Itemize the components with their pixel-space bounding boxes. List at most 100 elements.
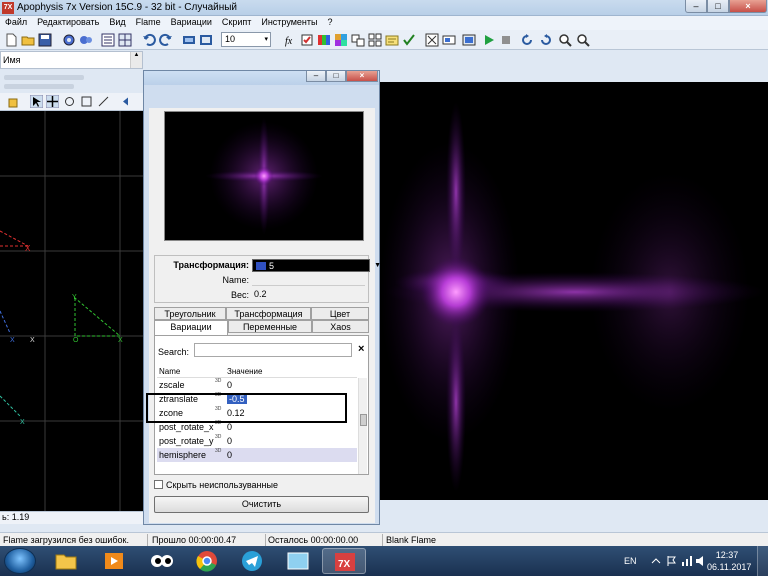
play-icon[interactable] (482, 33, 496, 47)
tab-transformation[interactable]: Трансформация (226, 307, 311, 320)
checkbox[interactable] (154, 480, 163, 489)
close-icon[interactable]: × (358, 343, 364, 355)
scale-icon[interactable] (80, 95, 93, 108)
value-column-header[interactable]: Значение (227, 367, 262, 376)
menu-view[interactable]: Вид (104, 16, 130, 30)
name-column-header[interactable]: Имя (3, 55, 21, 65)
save-icon[interactable] (38, 33, 52, 47)
move-icon[interactable] (46, 95, 59, 108)
apophysis-icon: 7X (335, 553, 355, 571)
close-button[interactable]: × (729, 0, 767, 13)
dialog-close-button[interactable]: × (346, 71, 378, 82)
dialog-minimize-button[interactable]: – (306, 71, 326, 82)
tab-variations[interactable]: Вариации (154, 320, 228, 335)
language-indicator[interactable]: EN (624, 556, 637, 566)
mutate-icon[interactable] (368, 33, 382, 47)
transform-number: 5 (269, 261, 275, 271)
dialog-title-bar[interactable]: – □ × (144, 71, 379, 85)
hide-unused-checkbox[interactable]: Скрыть неиспользуванные (154, 480, 278, 490)
clear-button[interactable]: Очистить (154, 496, 369, 513)
list-view-icon[interactable] (101, 33, 115, 47)
clock[interactable]: 12:37 06.11.2017 (707, 549, 751, 573)
menu-edit[interactable]: Редактировать (32, 16, 104, 30)
zoom-out-icon[interactable] (576, 33, 590, 47)
render-gear-icon[interactable] (62, 33, 76, 47)
tab-xaos[interactable]: Xaos (312, 320, 369, 333)
select-arrow-icon[interactable] (30, 95, 43, 108)
chrome-task[interactable] (185, 548, 229, 574)
undo-icon[interactable] (142, 33, 156, 47)
check-icon[interactable] (402, 33, 416, 47)
function-icon[interactable]: fx (283, 33, 297, 47)
variation-value[interactable]: 0 (227, 436, 232, 446)
open-folder-icon[interactable] (21, 33, 35, 47)
rotate-right-icon[interactable] (539, 33, 553, 47)
gradient-icon[interactable] (317, 33, 331, 47)
table-row[interactable]: hemisphere 3D 0 (157, 448, 357, 462)
explorer-task[interactable] (44, 548, 88, 574)
volume-icon[interactable] (695, 555, 707, 567)
stop-icon[interactable] (499, 33, 513, 47)
redo-icon[interactable] (159, 33, 173, 47)
search-input[interactable] (194, 343, 352, 357)
image-size-icon[interactable] (442, 33, 456, 47)
media-player-task[interactable] (92, 548, 136, 574)
table-row[interactable]: post_rotate_y 3D 0 (157, 434, 357, 448)
list-item[interactable] (4, 75, 84, 80)
menu-flame[interactable]: Flame (131, 16, 166, 30)
transform-select[interactable]: 5 ▼ (252, 259, 381, 272)
menu-variations[interactable]: Вариации (166, 16, 217, 30)
minimize-button[interactable]: – (685, 0, 707, 13)
tab-variables[interactable]: Переменные (228, 320, 312, 333)
triangle-editor-canvas[interactable]: X Y O X X X X (0, 111, 150, 511)
app-icon[interactable]: 7X (2, 2, 14, 14)
variation-value[interactable]: 0 (227, 380, 232, 390)
start-button[interactable] (4, 548, 36, 574)
grid-view-icon[interactable] (118, 33, 132, 47)
table-row[interactable]: zscale 3D 0 (157, 378, 357, 392)
list-item[interactable] (4, 84, 74, 89)
menu-help[interactable]: ? (322, 16, 337, 30)
scrollbar-thumb[interactable] (360, 414, 367, 426)
vertical-scrollbar[interactable] (358, 378, 367, 474)
arrow-left-icon[interactable] (121, 95, 134, 108)
variation-value[interactable]: 0 (227, 450, 232, 460)
checkbox-edit-icon[interactable] (300, 33, 314, 47)
tray-arrow-icon[interactable] (650, 555, 662, 567)
app-task[interactable] (140, 548, 184, 574)
frame-icon[interactable] (425, 33, 439, 47)
menu-script[interactable]: Скрипт (217, 16, 256, 30)
menu-tools[interactable]: Инструменты (256, 16, 322, 30)
copy-icon[interactable] (8, 96, 20, 108)
palette-icon[interactable] (334, 33, 348, 47)
flip-icon[interactable] (97, 95, 110, 108)
weight-field[interactable]: 0.2 (254, 289, 267, 299)
fullscreen-icon[interactable] (182, 33, 196, 47)
new-file-icon[interactable] (4, 33, 18, 47)
rotate-icon[interactable] (63, 95, 76, 108)
animate-icon[interactable] (462, 33, 476, 47)
variation-value[interactable]: 0 (227, 422, 232, 432)
tab-triangle[interactable]: Треугольник (154, 307, 226, 320)
apophysis-task[interactable]: 7X (322, 548, 366, 574)
show-desktop-button[interactable] (757, 546, 768, 576)
scroll-up-arrow[interactable]: ▲ (130, 52, 142, 68)
gallery-task[interactable] (276, 548, 320, 574)
batch-render-icon[interactable] (79, 33, 93, 47)
preview-icon[interactable] (199, 33, 213, 47)
telegram-task[interactable] (230, 548, 274, 574)
rotate-left-icon[interactable] (520, 33, 534, 47)
name-field[interactable] (252, 273, 365, 286)
dialog-maximize-button[interactable]: □ (326, 71, 346, 82)
options-icon[interactable] (385, 33, 399, 47)
network-icon[interactable] (681, 555, 693, 567)
flag-icon[interactable] (666, 555, 678, 567)
elapsed-time: Прошло 00:00:00.47 (152, 535, 237, 545)
name-column-header[interactable]: Name (159, 367, 180, 376)
adjust-icon[interactable] (351, 33, 365, 47)
tab-color[interactable]: Цвет (311, 307, 369, 320)
density-select[interactable]: 10 ▾ (221, 32, 271, 47)
maximize-button[interactable]: □ (707, 0, 729, 13)
menu-file[interactable]: Файл (0, 16, 32, 30)
zoom-in-icon[interactable] (558, 33, 572, 47)
